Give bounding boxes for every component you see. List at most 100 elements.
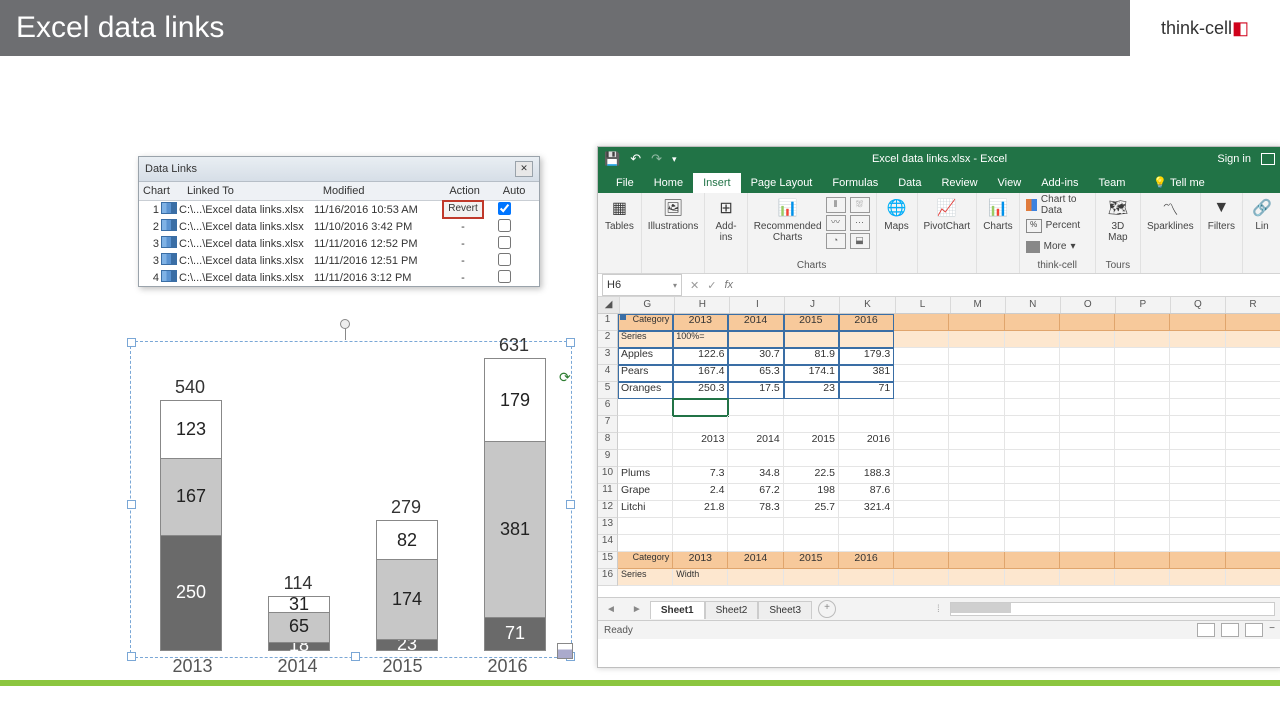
cell[interactable] <box>1005 450 1060 467</box>
cell[interactable] <box>1060 484 1115 501</box>
cell[interactable] <box>618 450 673 467</box>
cell[interactable] <box>1115 552 1170 569</box>
sheet-tab[interactable]: Sheet2 <box>705 601 759 619</box>
cell[interactable]: 65.3 <box>728 365 783 382</box>
cell[interactable]: Width <box>673 569 728 586</box>
cell[interactable] <box>1005 314 1060 331</box>
cell[interactable] <box>1005 484 1060 501</box>
cell[interactable] <box>1115 331 1170 348</box>
cell[interactable]: 25.7 <box>784 501 839 518</box>
cell[interactable] <box>949 416 1004 433</box>
auto-checkbox[interactable] <box>498 253 511 266</box>
cancel-formula-icon[interactable]: ✕ <box>690 279 699 292</box>
cell[interactable] <box>1005 501 1060 518</box>
resize-handle[interactable] <box>127 500 136 509</box>
auto-checkbox[interactable] <box>498 202 511 215</box>
row-header[interactable]: 6 <box>598 399 618 416</box>
cell[interactable] <box>1226 569 1280 586</box>
cell[interactable]: 21.8 <box>673 501 728 518</box>
cell[interactable] <box>1170 450 1225 467</box>
chart-type-icon[interactable]: ⋯ <box>850 215 870 231</box>
ribbon-tab[interactable]: View <box>988 173 1032 193</box>
row-header[interactable]: 13 <box>598 518 618 535</box>
percent-button[interactable]: %Percent <box>1026 218 1080 233</box>
sheet-tab[interactable]: Sheet3 <box>758 601 812 619</box>
row-header[interactable]: 12 <box>598 501 618 518</box>
cell[interactable] <box>1170 416 1225 433</box>
cell[interactable]: 2015 <box>784 552 839 569</box>
bar-segment[interactable]: 65 <box>268 611 330 643</box>
cell[interactable]: Grape <box>618 484 673 501</box>
row-header[interactable]: 7 <box>598 416 618 433</box>
chart-to-data-button[interactable]: Chart to Data <box>1026 197 1089 212</box>
cell[interactable]: Series <box>618 331 673 348</box>
cell[interactable] <box>894 416 949 433</box>
cell[interactable] <box>1226 552 1280 569</box>
row-header[interactable]: 1 <box>598 314 618 331</box>
cell[interactable] <box>673 450 728 467</box>
name-box[interactable]: H6▾ <box>602 274 682 296</box>
bar-segment[interactable]: 381 <box>484 440 546 618</box>
cell[interactable]: 2013 <box>673 433 728 450</box>
add-sheet-button[interactable]: + <box>818 600 836 618</box>
cell[interactable] <box>894 433 949 450</box>
cell[interactable] <box>894 450 949 467</box>
bar-segment[interactable]: 71 <box>484 616 546 651</box>
cell[interactable] <box>618 433 673 450</box>
cell[interactable] <box>1226 416 1280 433</box>
cell[interactable] <box>618 416 673 433</box>
formula-bar[interactable] <box>737 275 1280 295</box>
cell[interactable] <box>1060 450 1115 467</box>
cell[interactable] <box>728 535 783 552</box>
cell[interactable]: 2.4 <box>673 484 728 501</box>
cell[interactable] <box>1115 569 1170 586</box>
cell[interactable] <box>894 399 949 416</box>
cell[interactable] <box>1060 348 1115 365</box>
cell[interactable] <box>949 314 1004 331</box>
cell[interactable] <box>1005 416 1060 433</box>
cell[interactable] <box>894 501 949 518</box>
cell[interactable]: Oranges <box>618 382 673 399</box>
cell[interactable] <box>894 348 949 365</box>
refresh-icon[interactable]: ⟳ <box>559 370 573 384</box>
cell[interactable]: 2013 <box>673 314 728 331</box>
cell[interactable] <box>1005 467 1060 484</box>
data-links-row[interactable]: 1C:\...\Excel data links.xlsx11/16/2016 … <box>139 201 539 218</box>
page-break-view-button[interactable] <box>1245 623 1263 637</box>
cell[interactable]: 22.5 <box>784 467 839 484</box>
sheet-nav-prev-icon[interactable]: ◄ <box>598 604 624 615</box>
select-all-corner[interactable]: ◢ <box>598 297 620 313</box>
tables-button[interactable]: ▦Tables <box>605 197 634 232</box>
bar-segment[interactable]: 174 <box>376 558 438 640</box>
maps-button[interactable]: 🌐Maps <box>883 197 911 232</box>
cell[interactable] <box>1170 365 1225 382</box>
spreadsheet-grid[interactable]: ◢GHIJKLMNOPQR 1Category20132014201520162… <box>598 297 1280 597</box>
cell[interactable] <box>728 416 783 433</box>
cell[interactable] <box>949 501 1004 518</box>
cell[interactable]: Litchi <box>618 501 673 518</box>
cell[interactable] <box>1115 450 1170 467</box>
data-links-row[interactable]: 3C:\...\Excel data links.xlsx11/11/2016 … <box>139 235 539 252</box>
resize-handle[interactable] <box>127 652 136 661</box>
cell[interactable] <box>949 348 1004 365</box>
cell[interactable]: 122.6 <box>673 348 728 365</box>
cell[interactable]: 30.7 <box>728 348 783 365</box>
cell[interactable] <box>1060 535 1115 552</box>
cell[interactable]: Series <box>618 569 673 586</box>
cell[interactable] <box>1060 382 1115 399</box>
cell[interactable]: 321.4 <box>839 501 894 518</box>
chart-type-icon[interactable]: ⫴ <box>826 197 846 213</box>
cell[interactable] <box>1115 467 1170 484</box>
cell[interactable]: 2016 <box>839 552 894 569</box>
cell[interactable]: 2015 <box>784 433 839 450</box>
bar-segment[interactable]: 250 <box>160 534 222 651</box>
cell[interactable] <box>1115 382 1170 399</box>
chart-type-icon[interactable]: ⛆ <box>850 197 870 213</box>
cell[interactable] <box>1115 416 1170 433</box>
sign-in-link[interactable]: Sign in <box>1217 153 1251 165</box>
cell[interactable]: 23 <box>784 382 839 399</box>
resize-handle[interactable] <box>566 500 575 509</box>
cell[interactable] <box>784 331 839 348</box>
more-button[interactable]: More▾ <box>1026 239 1076 254</box>
cell[interactable]: Category <box>618 552 673 569</box>
